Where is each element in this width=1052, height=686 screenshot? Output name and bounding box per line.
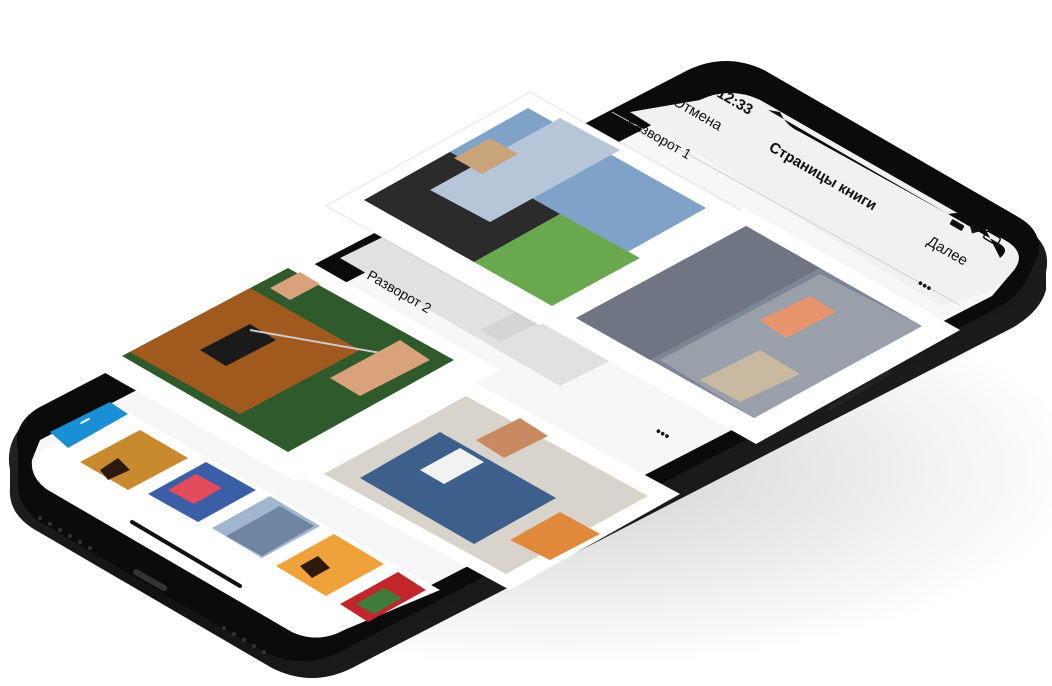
scene: 12:33 Отмена Страницы книги Далее Развор… <box>8 61 1052 678</box>
